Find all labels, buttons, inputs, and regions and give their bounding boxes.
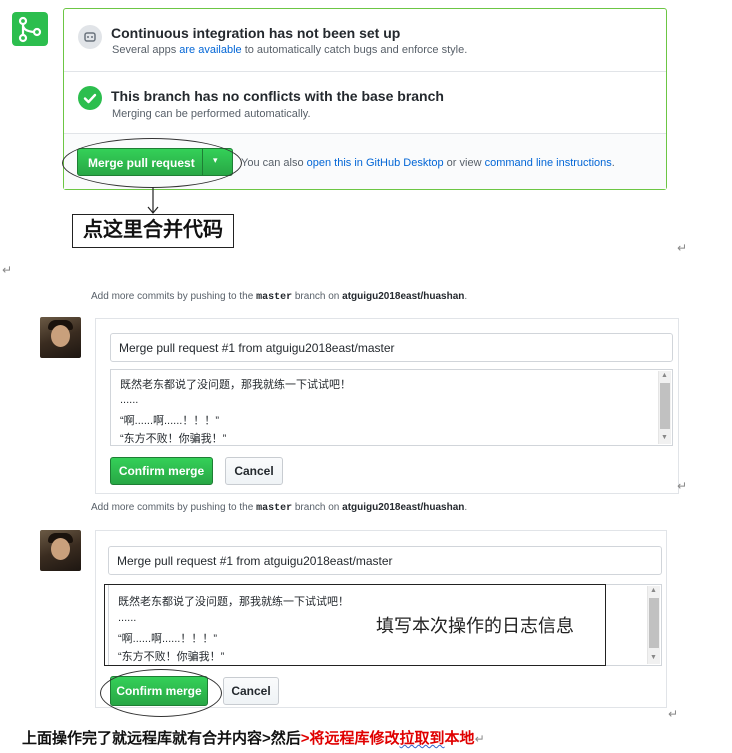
down-arrow-icon (146, 187, 160, 215)
avatar (40, 317, 81, 358)
confirm-merge-button[interactable]: Confirm merge (110, 457, 213, 485)
callout-label: 点这里合并代码 (72, 214, 234, 248)
branch-name: master (256, 503, 293, 514)
check-icon (78, 86, 102, 110)
git-merge-icon (12, 12, 48, 46)
highlight-ellipse (62, 138, 242, 188)
branch-name: master (256, 292, 293, 303)
footer-black-text: 上面操作完了就远程库就有合并内容>然后 (22, 730, 301, 747)
scroll-down-icon[interactable]: ▼ (650, 654, 657, 661)
footer-red-text: >将远程库修改拉取到本地 (301, 730, 475, 747)
message-line: 既然老东都说了没问题，那我就练一下试试吧！ (120, 379, 351, 391)
also-prefix: You can also (241, 157, 307, 169)
commit-message-textarea[interactable]: 既然老东都说了没问题，那我就练一下试试吧！ ...... “啊......啊..… (110, 369, 673, 446)
note-prefix: Add more commits by pushing to the (91, 291, 257, 302)
paragraph-mark: ↵ (474, 732, 485, 746)
paragraph-mark: ↵ (677, 479, 688, 493)
no-conflicts-description: Merging can be performed automatically. (112, 108, 311, 120)
push-commits-note: Add more commits by pushing to the maste… (91, 502, 467, 514)
divider (64, 71, 666, 72)
note-suffix: . (464, 502, 468, 513)
footer-red-prefix: >将远程库修改 (300, 730, 400, 747)
scrollbar-thumb[interactable] (660, 383, 670, 429)
paragraph-mark: ↵ (2, 263, 13, 277)
cancel-button[interactable]: Cancel (223, 677, 279, 705)
ci-title: Continuous integration has not been set … (111, 25, 401, 41)
scrollbar[interactable]: ▲ ▼ (658, 371, 671, 444)
open-github-desktop-link[interactable]: open this in GitHub Desktop (307, 157, 444, 169)
cancel-button[interactable]: Cancel (225, 457, 283, 485)
apps-available-link[interactable]: are available (179, 44, 241, 56)
footer-red-squiggle: 拉取到 (399, 730, 445, 747)
note-middle: branch on (292, 291, 343, 302)
ci-desc-suffix: to automatically catch bugs and enforce … (241, 44, 468, 56)
ci-status-icon (78, 25, 102, 49)
message-line: ...... (120, 394, 139, 406)
no-conflicts-title: This branch has no conflicts with the ba… (111, 88, 444, 104)
repo-name: atguigu2018east/huashan (342, 291, 465, 302)
note-suffix: . (464, 291, 468, 302)
ci-description: Several apps are available to automatica… (112, 44, 467, 56)
ci-desc-prefix: Several apps (112, 44, 180, 56)
also-middle: or view (443, 157, 485, 169)
command-line-instructions-link[interactable]: command line instructions (485, 157, 612, 169)
scroll-up-icon[interactable]: ▲ (661, 372, 668, 379)
avatar (40, 530, 81, 571)
message-line: “东方不败！你骗我！” (120, 433, 227, 445)
annotation-text: 填写本次操作的日志信息 (376, 616, 574, 636)
alternative-options: You can also open this in GitHub Desktop… (241, 157, 615, 169)
highlight-ellipse (100, 669, 222, 717)
scroll-down-icon[interactable]: ▼ (661, 434, 668, 441)
repo-name: atguigu2018east/huashan (342, 502, 465, 513)
scrollbar-thumb[interactable] (649, 598, 659, 648)
footer-instruction: 上面操作完了就远程库就有合并内容>然后>将远程库修改拉取到本地↵ (22, 727, 485, 748)
note-prefix: Add more commits by pushing to the (91, 502, 257, 513)
footer-red-suffix: 本地 (444, 730, 475, 747)
note-middle: branch on (292, 502, 343, 513)
message-line: “啊......啊......！！！” (120, 415, 219, 427)
scrollbar[interactable]: ▲ ▼ (647, 586, 660, 664)
commit-title-input[interactable]: Merge pull request #1 from atguigu2018ea… (108, 546, 662, 575)
paragraph-mark: ↵ (668, 707, 679, 721)
also-suffix: . (611, 157, 615, 169)
commit-title-input[interactable]: Merge pull request #1 from atguigu2018ea… (110, 333, 673, 362)
push-commits-note: Add more commits by pushing to the maste… (91, 291, 467, 303)
paragraph-mark: ↵ (677, 241, 688, 255)
scroll-up-icon[interactable]: ▲ (650, 587, 657, 594)
